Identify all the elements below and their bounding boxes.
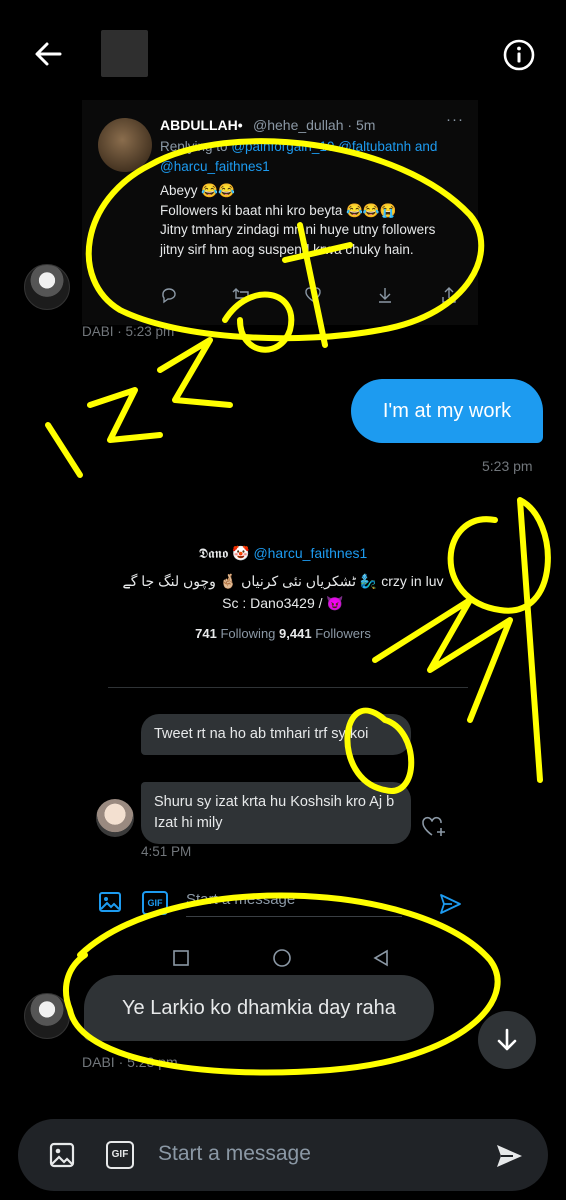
back-arrow-icon[interactable] [30, 36, 66, 72]
tweet-more-icon: ··· [446, 111, 464, 128]
tweet-author-handle: @hehe_dullah · 5m [253, 117, 376, 133]
share-icon [442, 287, 456, 303]
message-meta: DABI · 5:23 pm [82, 1054, 178, 1070]
nav-back-icon [373, 949, 388, 967]
send-icon[interactable] [494, 1141, 524, 1171]
recents-icon [173, 950, 189, 966]
sent-message-bubble[interactable]: I'm at my work [351, 379, 543, 443]
composer-placeholder[interactable]: Start a message [158, 1142, 311, 1166]
mention-link: @harcu_faithnes1 [160, 159, 270, 174]
retweet-icon [232, 288, 252, 302]
sender-avatar[interactable] [24, 993, 70, 1039]
profile-bio: ٹشکریاں نئی کرنیاں 🤞🏼 وچوں لنگ جا گے 🧞‍♂… [0, 570, 566, 614]
profile-bio-line: Sc : Dano3429 / 😈 [222, 595, 344, 611]
home-icon [273, 949, 291, 967]
received-message-time: 4:51 PM [141, 844, 192, 859]
tweet-author-avatar [98, 118, 152, 172]
received-message-text: Tweet rt na ho ab tmhari trf sy koi [154, 726, 369, 742]
gif-icon: GIF [142, 891, 168, 915]
received-message-text: Ye Larkio ko dhamkia day raha [122, 996, 396, 1019]
received-message-bubble[interactable]: Ye Larkio ko dhamkia day raha [84, 975, 434, 1041]
conversation-avatar[interactable] [101, 30, 148, 77]
scroll-to-bottom-button[interactable] [478, 1011, 536, 1069]
embedded-composer-placeholder: Start a message [186, 891, 296, 908]
received-message-bubble: Tweet rt na ho ab tmhari trf sy koi [141, 714, 411, 755]
profile-handle: @harcu_faithnes1 [253, 545, 368, 561]
reply-icon [162, 288, 176, 304]
info-icon[interactable] [502, 38, 536, 72]
following-label: Following [220, 626, 276, 641]
sent-message-time: 5:23 pm [482, 458, 533, 474]
image-icon [99, 892, 121, 912]
embedded-composer: GIF Start a message [82, 876, 478, 932]
image-icon[interactable] [48, 1141, 76, 1169]
profile-bio-line: ٹشکریاں نئی کرنیاں 🤞🏼 وچوں لنگ جا گے 🧞‍♂… [122, 573, 444, 589]
and-text: and [414, 139, 438, 154]
profile-name: 𝕯𝖆𝖓𝖔 🤡 [198, 545, 250, 561]
tweet-action-bar [160, 286, 460, 306]
message-meta: DABI · 5:23 pm [82, 324, 175, 339]
mention-link: @faltubatnh [338, 139, 412, 154]
profile-name-line: 𝕯𝖆𝖓𝖔 🤡 @harcu_faithnes1 [0, 545, 566, 562]
profile-stats: 741 Following 9,441 Followers [0, 626, 566, 641]
following-count: 741 [195, 626, 217, 641]
divider [108, 687, 468, 688]
sent-message-text: I'm at my work [382, 399, 512, 422]
followers-count: 9,441 [279, 626, 312, 641]
like-icon [305, 287, 321, 302]
embedded-android-nav [160, 945, 410, 971]
arrow-down-icon [497, 1028, 517, 1051]
composer-underline [186, 916, 402, 917]
received-message-text: Shuru sy izat krta hu Koshsih kro Aj b I… [154, 794, 395, 831]
send-icon [440, 894, 461, 914]
message-composer[interactable]: GIF Start a message [18, 1119, 548, 1191]
tweet-body: Abeyy 😂😂 Followers ki baat nhi kro beyta… [160, 183, 436, 257]
gif-button[interactable]: GIF [106, 1141, 134, 1169]
replying-prefix: Replying to [160, 139, 228, 154]
mention-link: @painforgain_10 [231, 139, 335, 154]
received-sender-avatar [96, 799, 134, 837]
received-message-bubble: Shuru sy izat krta hu Koshsih kro Aj b I… [141, 782, 411, 844]
download-icon [379, 288, 391, 303]
sender-avatar[interactable] [24, 264, 70, 310]
tweet-replying-to: Replying to @painforgain_10 @faltubatnh … [160, 137, 450, 177]
react-heart-icon [420, 812, 448, 840]
followers-label: Followers [315, 626, 371, 641]
tweet-author-name: ABDULLAH• [160, 117, 243, 133]
